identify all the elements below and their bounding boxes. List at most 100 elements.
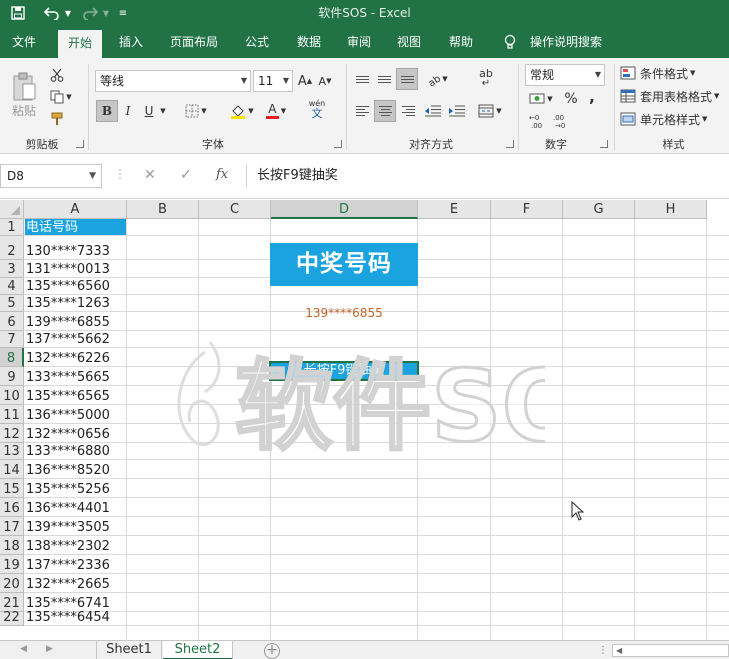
column-header-d[interactable]: D (271, 200, 418, 219)
row-header-1[interactable]: 1 (0, 219, 24, 236)
font-color-button[interactable]: A ▼ (262, 100, 290, 122)
phone-cell[interactable]: 133****5665 (25, 367, 126, 385)
previous-sheet-icon[interactable]: ◀ (20, 644, 27, 654)
font-launcher-icon[interactable] (334, 140, 342, 148)
bold-button[interactable]: B (96, 100, 118, 122)
phone-cell[interactable]: 135****6560 (25, 278, 126, 294)
grow-font-button[interactable]: A ▲ (296, 70, 314, 92)
row-header-6[interactable]: 6 (0, 312, 24, 331)
alignment-launcher-icon[interactable] (506, 140, 514, 148)
draw-button[interactable]: 长按F9键抽奖 (270, 361, 418, 381)
sheet-tab-sheet2[interactable]: Sheet2 (163, 641, 233, 659)
phonetic-guide-button[interactable]: wén 文 (302, 98, 332, 120)
tab-formulas[interactable]: 公式 (236, 26, 278, 58)
add-sheet-icon[interactable]: + (264, 643, 280, 659)
phone-cell[interactable]: 138****2302 (25, 536, 126, 554)
number-launcher-icon[interactable] (600, 140, 608, 148)
align-top-button[interactable] (352, 68, 372, 90)
number-format-select[interactable]: 常规 ▼ (525, 64, 605, 86)
tab-review[interactable]: 审阅 (338, 26, 380, 58)
comma-style-button[interactable]: , (584, 86, 600, 108)
decrease-indent-icon[interactable] (422, 100, 444, 122)
fill-color-button[interactable]: ▼ (226, 100, 258, 122)
font-size-select[interactable]: 11 ▼ (253, 70, 293, 92)
conditional-formatting-button[interactable]: 条件格式 ▼ (620, 62, 728, 84)
wrap-text-button[interactable]: ab ↵ (474, 68, 498, 90)
increase-decimal-icon[interactable]: ←0.00 (526, 110, 550, 132)
borders-button[interactable]: ▼ (182, 100, 210, 122)
decrease-decimal-icon[interactable]: .00 →0 (550, 110, 574, 132)
tab-help[interactable]: 帮助 (440, 26, 482, 58)
row-header-14[interactable]: 14 (0, 460, 24, 479)
percent-style-button[interactable]: % (562, 88, 580, 110)
worksheet-grid[interactable]: ABCDEFGH 1 2 3 4 5 6 7 8 9 10 11 12 13 14 15 16 17 18 19 20… (0, 200, 729, 640)
phone-cell[interactable]: 137****5662 (25, 331, 126, 347)
phone-cell[interactable]: 130****7333 (25, 236, 126, 259)
row-header-20[interactable]: 20 (0, 574, 24, 593)
row-header-22[interactable]: 22 (0, 610, 24, 626)
copy-icon[interactable]: ▼ (46, 86, 76, 108)
phone-cell[interactable]: 132****0656 (25, 424, 126, 442)
column-header-e[interactable]: E (418, 200, 491, 219)
row-header-18[interactable]: 18 (0, 536, 24, 555)
phone-cell[interactable]: 131****0013 (25, 260, 126, 277)
tab-file[interactable]: 文件 (2, 26, 46, 58)
sheet-tab-sheet1[interactable]: Sheet1 (96, 641, 162, 659)
orientation-button[interactable]: ab ▼ (422, 68, 452, 90)
phone-cell[interactable]: 135****1263 (25, 295, 126, 311)
phone-cell[interactable]: 133****6880 (25, 443, 126, 459)
row-header-12[interactable]: 12 (0, 424, 24, 443)
phone-cell[interactable]: 139****6855 (25, 312, 126, 330)
align-bottom-button[interactable] (396, 68, 418, 90)
more-options-icon[interactable]: ⋮ (598, 645, 608, 656)
more-options-icon[interactable]: ⋮ (114, 167, 126, 181)
phone-cell[interactable]: 135****6565 (25, 386, 126, 404)
row-header-3[interactable]: 3 (0, 260, 24, 278)
next-sheet-icon[interactable]: ▶ (46, 644, 53, 654)
format-as-table-button[interactable]: 套用表格格式 ▼ (620, 85, 728, 107)
phone-cell[interactable]: 135****6454 (25, 610, 126, 625)
row-header-19[interactable]: 19 (0, 555, 24, 574)
row-header-16[interactable]: 16 (0, 498, 24, 517)
row-header-2[interactable]: 2 (0, 236, 24, 260)
tab-view[interactable]: 视图 (388, 26, 430, 58)
cut-icon[interactable] (46, 64, 68, 86)
tab-insert[interactable]: 插入 (110, 26, 152, 58)
cancel-icon[interactable]: ✕ (144, 167, 156, 183)
column-header-g[interactable]: G (563, 200, 635, 219)
italic-button[interactable]: I (119, 100, 137, 122)
accounting-format-button[interactable]: ▼ (526, 88, 556, 110)
row-header-13[interactable]: 13 (0, 443, 24, 460)
phone-header-cell[interactable]: 电话号码 (25, 219, 126, 235)
phone-cell[interactable]: 135****6741 (25, 593, 126, 611)
align-left-button[interactable] (352, 100, 372, 122)
prize-title-cell[interactable]: 中奖号码 (270, 243, 418, 286)
align-middle-button[interactable] (374, 68, 394, 90)
phone-cell[interactable]: 137****2336 (25, 555, 126, 573)
shrink-font-button[interactable]: A ▼ (316, 70, 334, 92)
underline-dropdown-icon[interactable]: ▼ (158, 100, 168, 122)
select-all-button[interactable] (0, 200, 24, 219)
paste-button[interactable]: 粘贴 (6, 64, 42, 126)
merge-center-button[interactable]: ▼ (474, 100, 506, 122)
increase-indent-icon[interactable] (446, 100, 468, 122)
column-header-h[interactable]: H (635, 200, 707, 219)
tab-home[interactable]: 开始 (58, 30, 102, 58)
scroll-left-icon[interactable]: ◀ (616, 646, 622, 655)
row-header-15[interactable]: 15 (0, 479, 24, 498)
row-header-8[interactable]: 8 (0, 348, 24, 367)
underline-button[interactable]: U (140, 100, 158, 122)
column-header-b[interactable]: B (127, 200, 199, 219)
row-header-9[interactable]: 9 (0, 367, 24, 386)
tab-page-layout[interactable]: 页面布局 (162, 26, 226, 58)
phone-cell[interactable]: 135****5256 (25, 479, 126, 497)
phone-cell[interactable]: 136****5000 (25, 405, 126, 423)
tab-data[interactable]: 数据 (288, 26, 330, 58)
row-header-17[interactable]: 17 (0, 517, 24, 536)
row-header-7[interactable]: 7 (0, 331, 24, 348)
cell-styles-button[interactable]: 单元格样式 ▼ (620, 108, 728, 130)
phone-cell[interactable]: 136****4401 (25, 498, 126, 516)
row-header-4[interactable]: 4 (0, 278, 24, 295)
formula-input[interactable]: 长按F9键抽奖 (246, 164, 729, 188)
enter-icon[interactable]: ✓ (180, 167, 192, 183)
